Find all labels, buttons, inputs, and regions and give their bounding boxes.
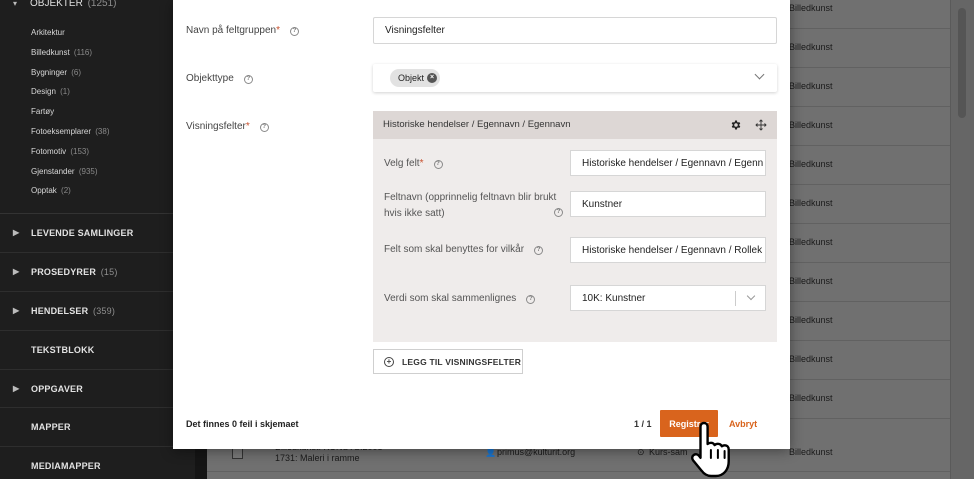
move-icon[interactable] xyxy=(755,119,767,131)
help-icon[interactable]: ? xyxy=(289,27,299,36)
caret-right-icon: ▶ xyxy=(13,383,20,393)
help-icon[interactable]: ? xyxy=(554,208,563,217)
row-checkbox[interactable] xyxy=(232,448,243,459)
type-cell: Billedkunst xyxy=(789,42,833,52)
subitem-count: (935) xyxy=(78,166,98,176)
help-icon[interactable]: ? xyxy=(433,160,443,169)
help-icon[interactable]: ? xyxy=(526,295,536,304)
sidebar-item-count: (1251) xyxy=(87,0,117,9)
type-cell: Billedkunst xyxy=(789,81,833,91)
scrollbar[interactable] xyxy=(950,0,974,479)
choose-field-label: Velg felt*? xyxy=(384,156,443,172)
close-icon[interactable]: × xyxy=(427,73,438,83)
section-label: OPPGAVER xyxy=(31,383,83,394)
form-error-summary: Det finnes 0 feil i skjemaet xyxy=(186,419,299,429)
subitem-label: Bygninger xyxy=(31,67,68,77)
required-marker: * xyxy=(419,158,424,169)
section-label: TEKSTBLOKK xyxy=(31,344,95,355)
sidebar-section-mediamapper[interactable]: MEDIAMAPPER xyxy=(0,447,207,479)
required-marker: * xyxy=(245,121,250,132)
chip-label: Objekt xyxy=(398,73,425,83)
type-cell: Billedkunst xyxy=(789,447,833,457)
compare-value-select[interactable]: 10K: Kunstner xyxy=(570,285,766,311)
subitem-label: Opptak xyxy=(31,186,57,196)
section-label: PROSEDYRER xyxy=(31,266,97,277)
field-name-input[interactable]: Kunstner xyxy=(570,191,766,217)
button-label: LEGG TIL VISNINGSFELTER xyxy=(402,356,522,367)
field-group-modal: Navn på feltgruppen*? Visningsfelter Obj… xyxy=(173,0,790,449)
subitem-count: (2) xyxy=(61,186,71,196)
select-divider xyxy=(735,291,736,306)
type-cell: Billedkunst xyxy=(789,393,833,403)
subitem-label: Fartøy xyxy=(31,107,55,117)
subitem-count: (153) xyxy=(70,146,90,156)
row-subtitle: 1731: Maleri i ramme xyxy=(275,453,360,463)
label-text: Objekttype xyxy=(186,73,234,84)
type-cell: Billedkunst xyxy=(789,3,833,13)
field-group-header: Historiske hendelser / Egennavn / Egenna… xyxy=(373,111,777,139)
plus-circle-icon: + xyxy=(384,356,394,367)
display-fields-label: Visningsfelter*? xyxy=(186,121,269,132)
condition-field-input[interactable]: Historiske hendelser / Egennavn / Rollek xyxy=(570,237,766,263)
subitem-label: Design xyxy=(31,87,56,97)
type-cell: Billedkunst xyxy=(789,198,833,208)
type-cell: Billedkunst xyxy=(789,276,833,286)
group-name-input[interactable]: Visningsfelter xyxy=(373,17,777,44)
hand-cursor-icon xyxy=(691,421,730,478)
object-type-select[interactable]: Objekt × xyxy=(373,64,777,92)
section-count: (15) xyxy=(100,266,118,277)
page-indicator: 1 / 1 xyxy=(634,419,652,429)
subitem-label: Billedkunst xyxy=(31,47,70,57)
type-cell: Billedkunst xyxy=(789,237,833,247)
field-name-label: Feltnavn (opprinnelig feltnavn blir bruk… xyxy=(384,190,564,222)
add-display-field-button[interactable]: + LEGG TIL VISNINGSFELTER xyxy=(373,349,523,374)
caret-right-icon: ▶ xyxy=(13,228,20,237)
type-cell: Billedkunst xyxy=(789,120,833,130)
subitem-count: (6) xyxy=(71,67,82,77)
compare-value-label: Verdi som skal sammenlignes? xyxy=(384,291,536,307)
label-text: Velg felt xyxy=(384,158,420,169)
subitem-label: Fotomotiv xyxy=(31,146,67,156)
subitem-label: Fotoeksemplarer xyxy=(31,126,92,136)
help-icon[interactable]: ? xyxy=(259,123,269,132)
help-icon[interactable]: ? xyxy=(243,75,253,84)
label-text: Verdi som skal sammenlignes xyxy=(384,293,517,304)
chevron-down-icon[interactable] xyxy=(746,291,756,301)
section-label: MEDIAMAPPER xyxy=(31,461,101,472)
select-value: 10K: Kunstner xyxy=(582,292,646,304)
type-cell: Billedkunst xyxy=(789,354,833,364)
chevron-down-icon[interactable] xyxy=(754,69,765,80)
caret-right-icon: ▶ xyxy=(13,305,20,315)
choose-field-input[interactable]: Historiske hendelser / Egennavn / Egenn xyxy=(570,150,766,176)
subitem-count: (116) xyxy=(73,47,93,57)
label-text: Felt som skal benyttes for vilkår xyxy=(384,244,525,255)
caret-right-icon: ▶ xyxy=(13,266,20,276)
group-name-label: Navn på feltgruppen*? xyxy=(186,25,299,36)
type-cell: Billedkunst xyxy=(789,159,833,169)
required-marker: * xyxy=(276,25,280,36)
section-label: MAPPER xyxy=(31,422,71,433)
subitem-label: Arkitektur xyxy=(31,28,65,37)
condition-field-label: Felt som skal benyttes for vilkår? xyxy=(384,242,544,258)
label-text: Navn på feltgruppen xyxy=(186,25,277,36)
type-cell: Billedkunst xyxy=(789,315,833,325)
field-group-panel: Historiske hendelser / Egennavn / Egenna… xyxy=(373,111,777,342)
object-type-chip: Objekt × xyxy=(390,69,441,87)
subitem-count: (1) xyxy=(60,87,70,97)
help-icon[interactable]: ? xyxy=(534,246,544,255)
section-count: (359) xyxy=(93,305,116,316)
caret-down-icon: ▾ xyxy=(13,0,18,8)
label-text: Feltnavn (opprinnelig feltnavn blir bruk… xyxy=(384,192,557,219)
field-group-title: Historiske hendelser / Egennavn / Egenna… xyxy=(383,119,571,130)
gear-icon[interactable] xyxy=(730,119,742,131)
sidebar-item-label: OBJEKTER xyxy=(30,0,83,9)
object-type-label: Objekttype? xyxy=(186,73,253,84)
section-label: HENDELSER xyxy=(31,305,89,316)
subitem-label: Gjenstander xyxy=(31,166,75,176)
subitem-count: (38) xyxy=(95,126,110,136)
label-text: Visningsfelter xyxy=(186,121,246,132)
scrollbar-thumb[interactable] xyxy=(958,8,966,118)
section-label: LEVENDE SAMLINGER xyxy=(31,228,134,238)
